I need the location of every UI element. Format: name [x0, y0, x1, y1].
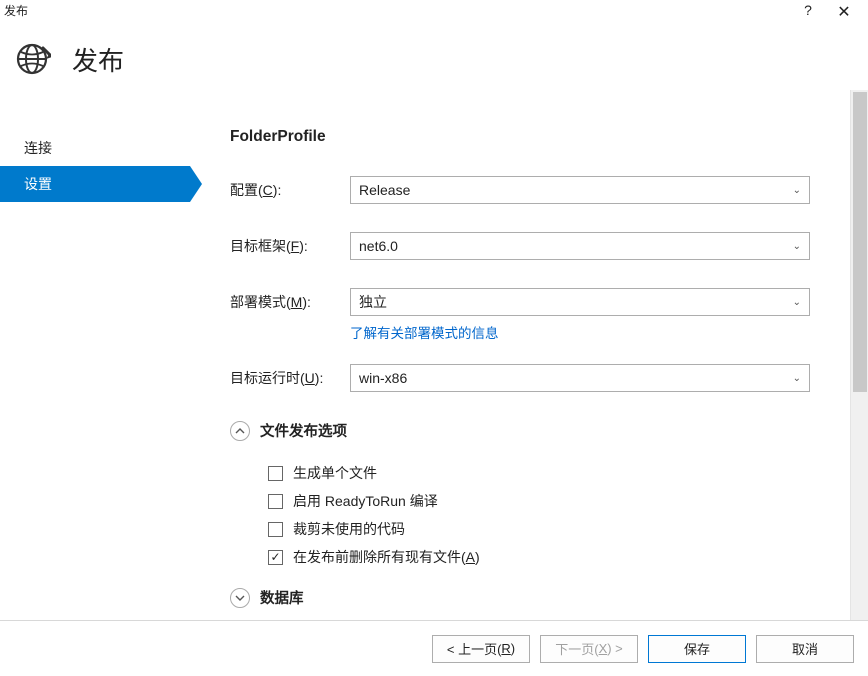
section-title: 文件发布选项: [260, 420, 347, 441]
page-title: 发布: [72, 41, 124, 78]
row-target-runtime: 目标运行时(U): win-x86 ⌄: [230, 364, 852, 392]
label-target-framework: 目标框架(F):: [230, 236, 350, 256]
dropdown-value: net6.0: [359, 238, 793, 254]
chevron-down-icon: ⌄: [793, 297, 801, 308]
vertical-scrollbar[interactable]: [850, 90, 868, 620]
dropdown-value: 独立: [359, 292, 793, 312]
checkbox[interactable]: [268, 494, 283, 509]
checkbox-label: 生成单个文件: [293, 463, 377, 483]
spinner-icon: [262, 620, 280, 621]
check-row-ready-to-run[interactable]: 启用 ReadyToRun 编译: [268, 491, 852, 511]
checkbox-label: 在发布前删除所有现有文件(A): [293, 547, 480, 567]
help-icon[interactable]: ?: [790, 2, 826, 18]
title-bar: 发布 ? ✕: [0, 0, 868, 28]
globe-icon: [12, 39, 52, 79]
prev-button[interactable]: < 上一页(R): [432, 635, 530, 663]
checkbox[interactable]: [268, 550, 283, 565]
scrollbar-thumb[interactable]: [853, 92, 867, 392]
profile-name: FolderProfile: [230, 128, 852, 146]
dropdown-deployment-mode[interactable]: 独立 ⌄: [350, 288, 810, 316]
sidebar-item-connection[interactable]: 连接: [0, 130, 190, 166]
check-row-single-file[interactable]: 生成单个文件: [268, 463, 852, 483]
checkbox[interactable]: [268, 466, 283, 481]
checkbox-label: 启用 ReadyToRun 编译: [293, 491, 438, 511]
link-deployment-mode-info[interactable]: 了解有关部署模式的信息: [350, 322, 852, 342]
label-target-runtime: 目标运行时(U):: [230, 368, 350, 388]
file-publish-options-list: 生成单个文件 启用 ReadyToRun 编译 裁剪未使用的代码 在发布前删除所…: [230, 451, 852, 581]
sidebar: 连接 设置: [0, 90, 190, 620]
next-button: 下一页(X) >: [540, 635, 638, 663]
loading-text: 正在发现数据上下文: [290, 618, 421, 620]
chevron-down-icon: ⌄: [793, 185, 801, 196]
dialog-header: 发布: [0, 28, 868, 90]
settings-panel: FolderProfile 配置(C): Release ⌄ 目标框架(F): …: [190, 90, 868, 620]
sidebar-item-settings[interactable]: 设置: [0, 166, 190, 202]
dropdown-target-runtime[interactable]: win-x86 ⌄: [350, 364, 810, 392]
checkbox[interactable]: [268, 522, 283, 537]
label-configuration: 配置(C):: [230, 180, 350, 200]
row-deployment-mode: 部署模式(M): 独立 ⌄: [230, 288, 852, 316]
database-loading-row: 正在发现数据上下文: [230, 618, 852, 620]
check-row-delete-existing[interactable]: 在发布前删除所有现有文件(A): [268, 547, 852, 567]
save-button[interactable]: 保存: [648, 635, 746, 663]
window-title: 发布: [4, 2, 28, 19]
dropdown-value: win-x86: [359, 370, 793, 386]
dropdown-value: Release: [359, 182, 793, 198]
chevron-down-icon: ⌄: [793, 373, 801, 384]
row-configuration: 配置(C): Release ⌄: [230, 176, 852, 204]
cancel-button[interactable]: 取消: [756, 635, 854, 663]
section-database: 数据库: [230, 587, 852, 608]
dropdown-configuration[interactable]: Release ⌄: [350, 176, 810, 204]
label-deployment-mode: 部署模式(M):: [230, 292, 350, 312]
expander-toggle-file-options[interactable]: [230, 421, 250, 441]
close-icon[interactable]: ✕: [826, 2, 862, 22]
section-title: 数据库: [260, 587, 304, 608]
dropdown-target-framework[interactable]: net6.0 ⌄: [350, 232, 810, 260]
sidebar-item-label: 设置: [24, 174, 52, 194]
row-target-framework: 目标框架(F): net6.0 ⌄: [230, 232, 852, 260]
chevron-down-icon: ⌄: [793, 241, 801, 252]
section-file-publish-options: 文件发布选项: [230, 420, 852, 441]
sidebar-item-label: 连接: [24, 138, 52, 158]
expander-toggle-database[interactable]: [230, 588, 250, 608]
dialog-footer: < 上一页(R) 下一页(X) > 保存 取消: [0, 620, 868, 676]
check-row-trim-unused[interactable]: 裁剪未使用的代码: [268, 519, 852, 539]
checkbox-label: 裁剪未使用的代码: [293, 519, 405, 539]
